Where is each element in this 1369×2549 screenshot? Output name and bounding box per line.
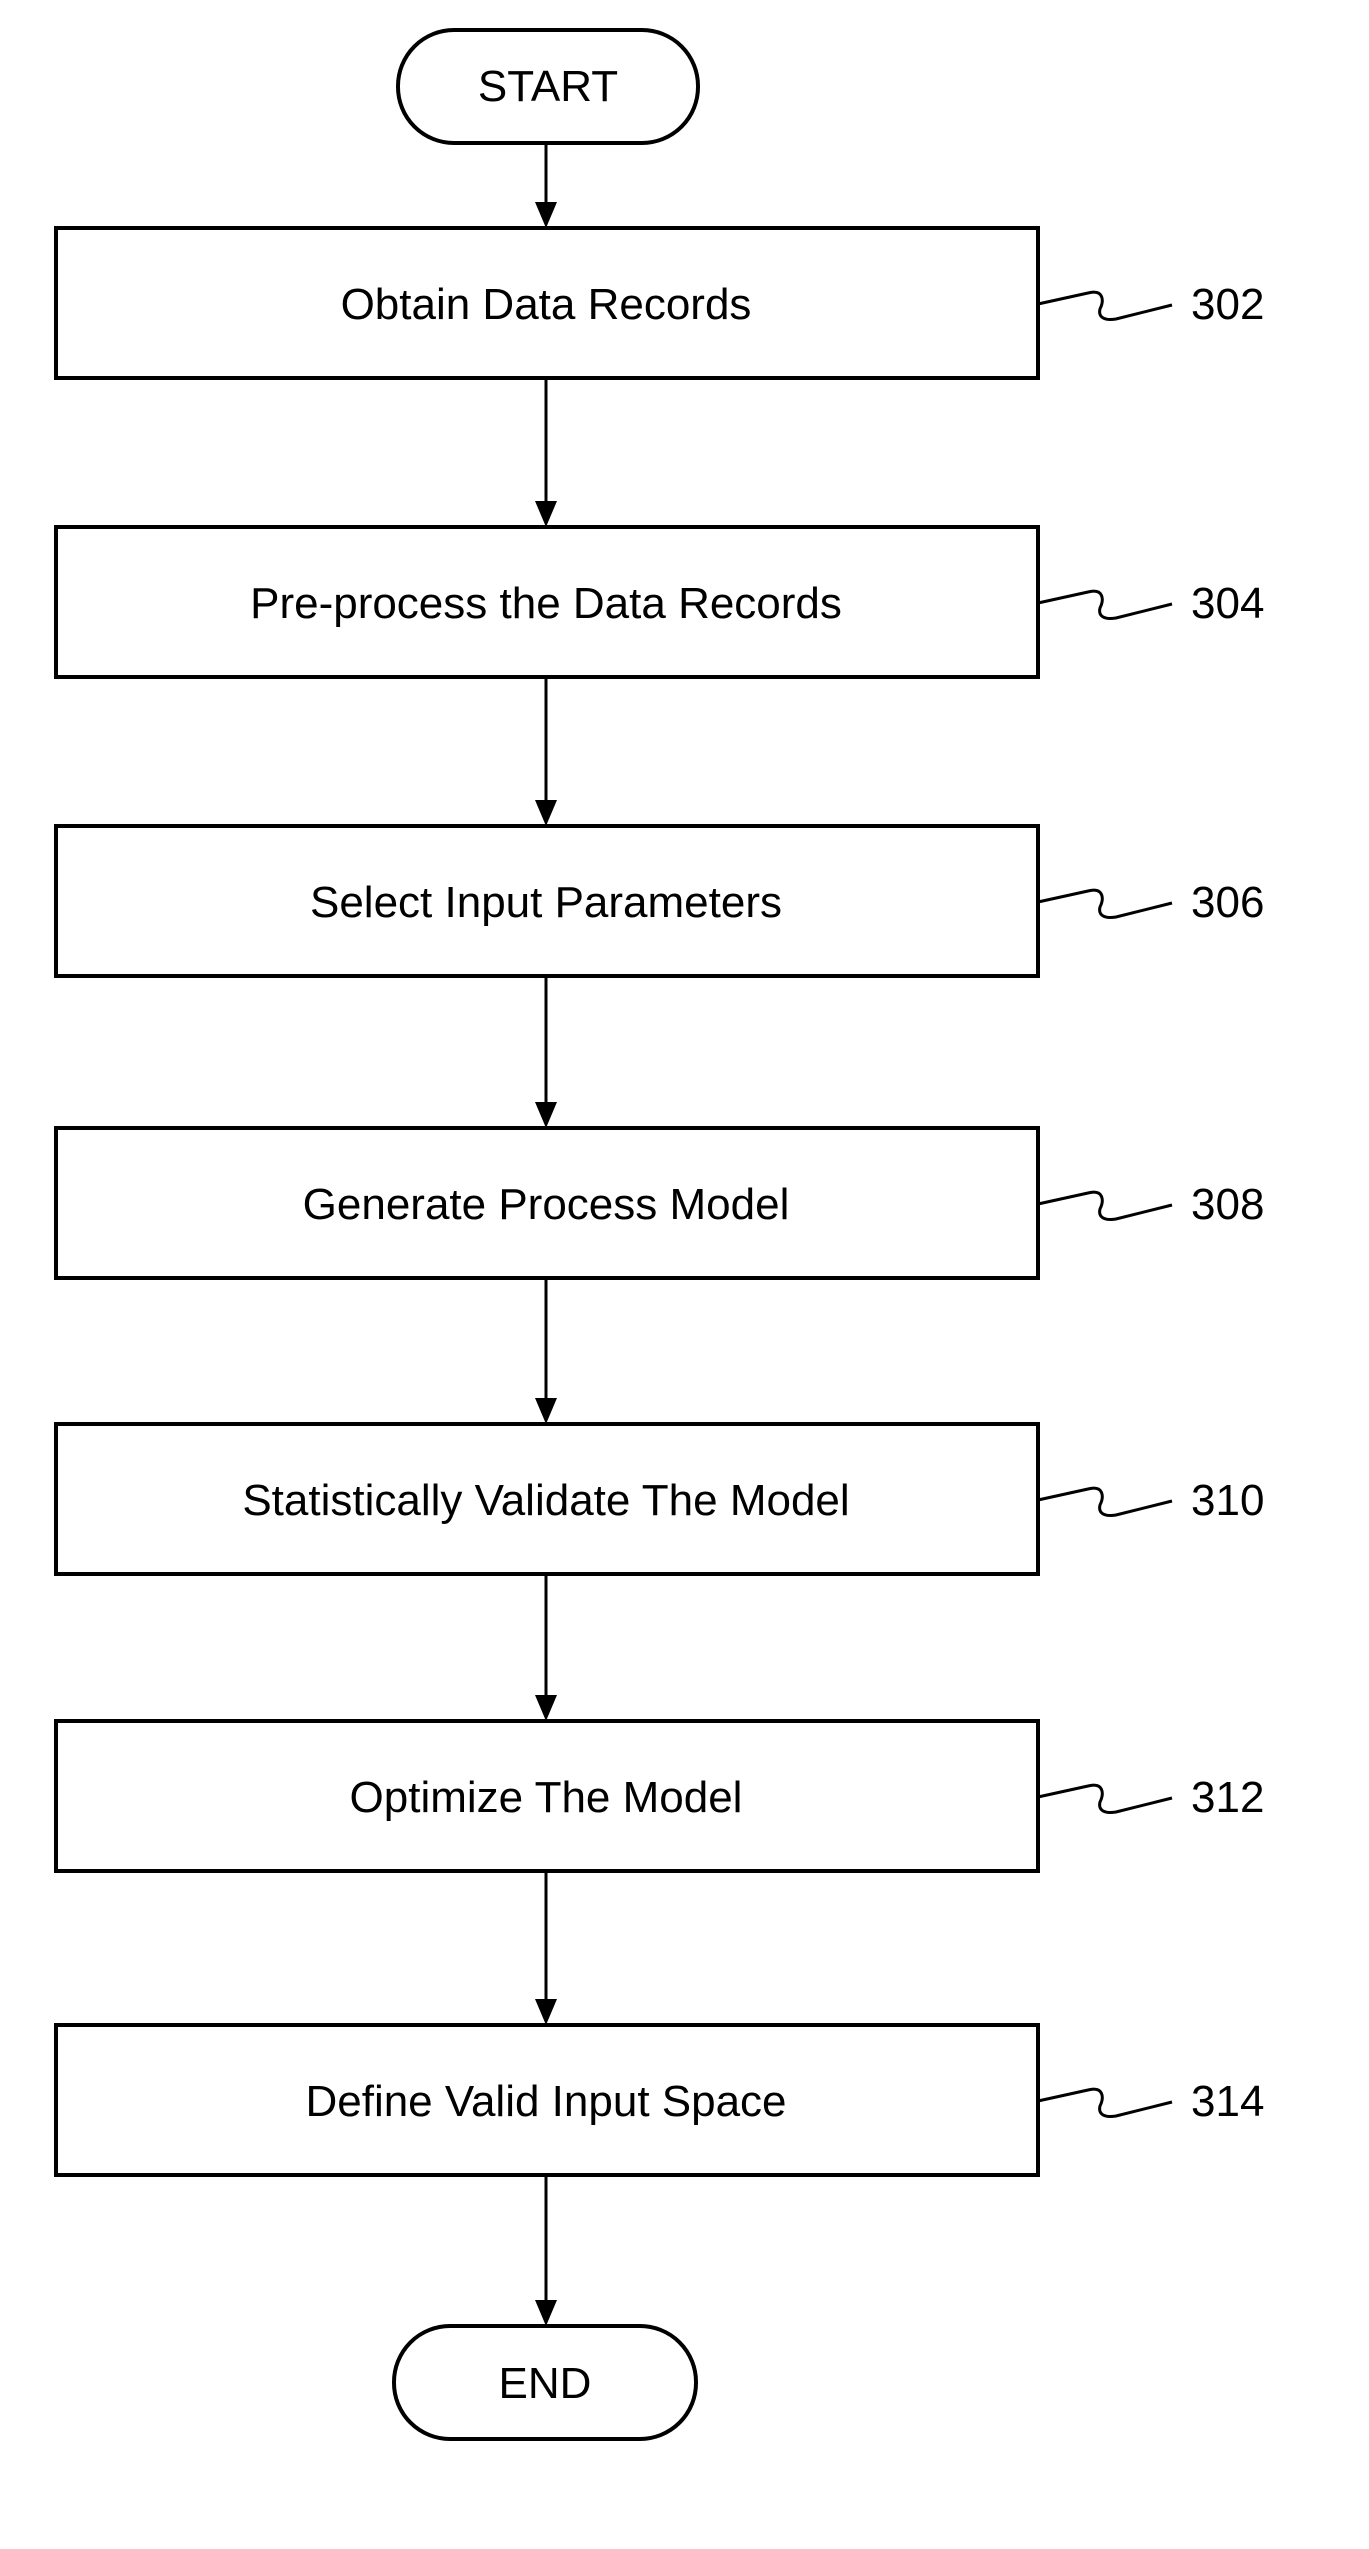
arrowhead-icon [535,1102,557,1128]
reference-numeral: 312 [1191,1773,1264,1822]
end-terminal: END [392,2324,698,2441]
flow-arrow [535,1574,557,1721]
start-terminal: START [396,28,700,145]
end-label: END [499,2359,592,2408]
reference-numeral: 302 [1191,280,1264,329]
leader-line [1037,888,1173,919]
arrowhead-icon [535,1999,557,2025]
flow-arrow [535,677,557,826]
flowchart: START Obtain Data Records 302 Pre-process … [54,28,1264,2441]
process-step: Obtain Data Records 302 [54,226,1264,380]
step-label: Pre-process the Data Records [250,579,842,628]
flow-arrow [535,143,557,228]
flow-arrow [535,378,557,527]
process-step: Define Valid Input Space 314 [54,2023,1264,2177]
step-label: Statistically Validate The Model [242,1476,849,1525]
start-label: START [478,62,618,111]
arrowhead-icon [535,800,557,826]
flow-arrow [535,976,557,1128]
step-label: Obtain Data Records [341,280,752,329]
arrowhead-icon [535,1398,557,1424]
leader-line [1037,290,1173,321]
leader-line [1037,1190,1173,1221]
reference-numeral: 304 [1191,579,1264,628]
reference-numeral: 310 [1191,1476,1264,1525]
step-label: Define Valid Input Space [305,2077,786,2126]
step-label: Generate Process Model [303,1180,790,1229]
process-step: Statistically Validate The Model 310 [54,1422,1264,1576]
process-step: Pre-process the Data Records 304 [54,525,1264,679]
flow-arrow [535,1871,557,2025]
reference-numeral: 308 [1191,1180,1264,1229]
arrowhead-icon [535,1695,557,1721]
process-step: Generate Process Model 308 [54,1126,1264,1280]
arrowhead-icon [535,202,557,228]
flow-arrow [535,2175,557,2326]
process-steps: Obtain Data Records 302 Pre-process the Da… [54,226,1264,2177]
leader-line [1037,2087,1173,2118]
reference-numeral: 314 [1191,2077,1264,2126]
process-step: Select Input Parameters 306 [54,824,1264,978]
leader-line [1037,1783,1173,1814]
leader-line [1037,589,1173,620]
process-step: Optimize The Model 312 [54,1719,1264,1873]
arrowhead-icon [535,501,557,527]
leader-line [1037,1486,1173,1517]
step-label: Optimize The Model [350,1773,743,1822]
reference-numeral: 306 [1191,878,1264,927]
step-label: Select Input Parameters [310,878,782,927]
arrowhead-icon [535,2300,557,2326]
flow-arrow [535,1278,557,1424]
